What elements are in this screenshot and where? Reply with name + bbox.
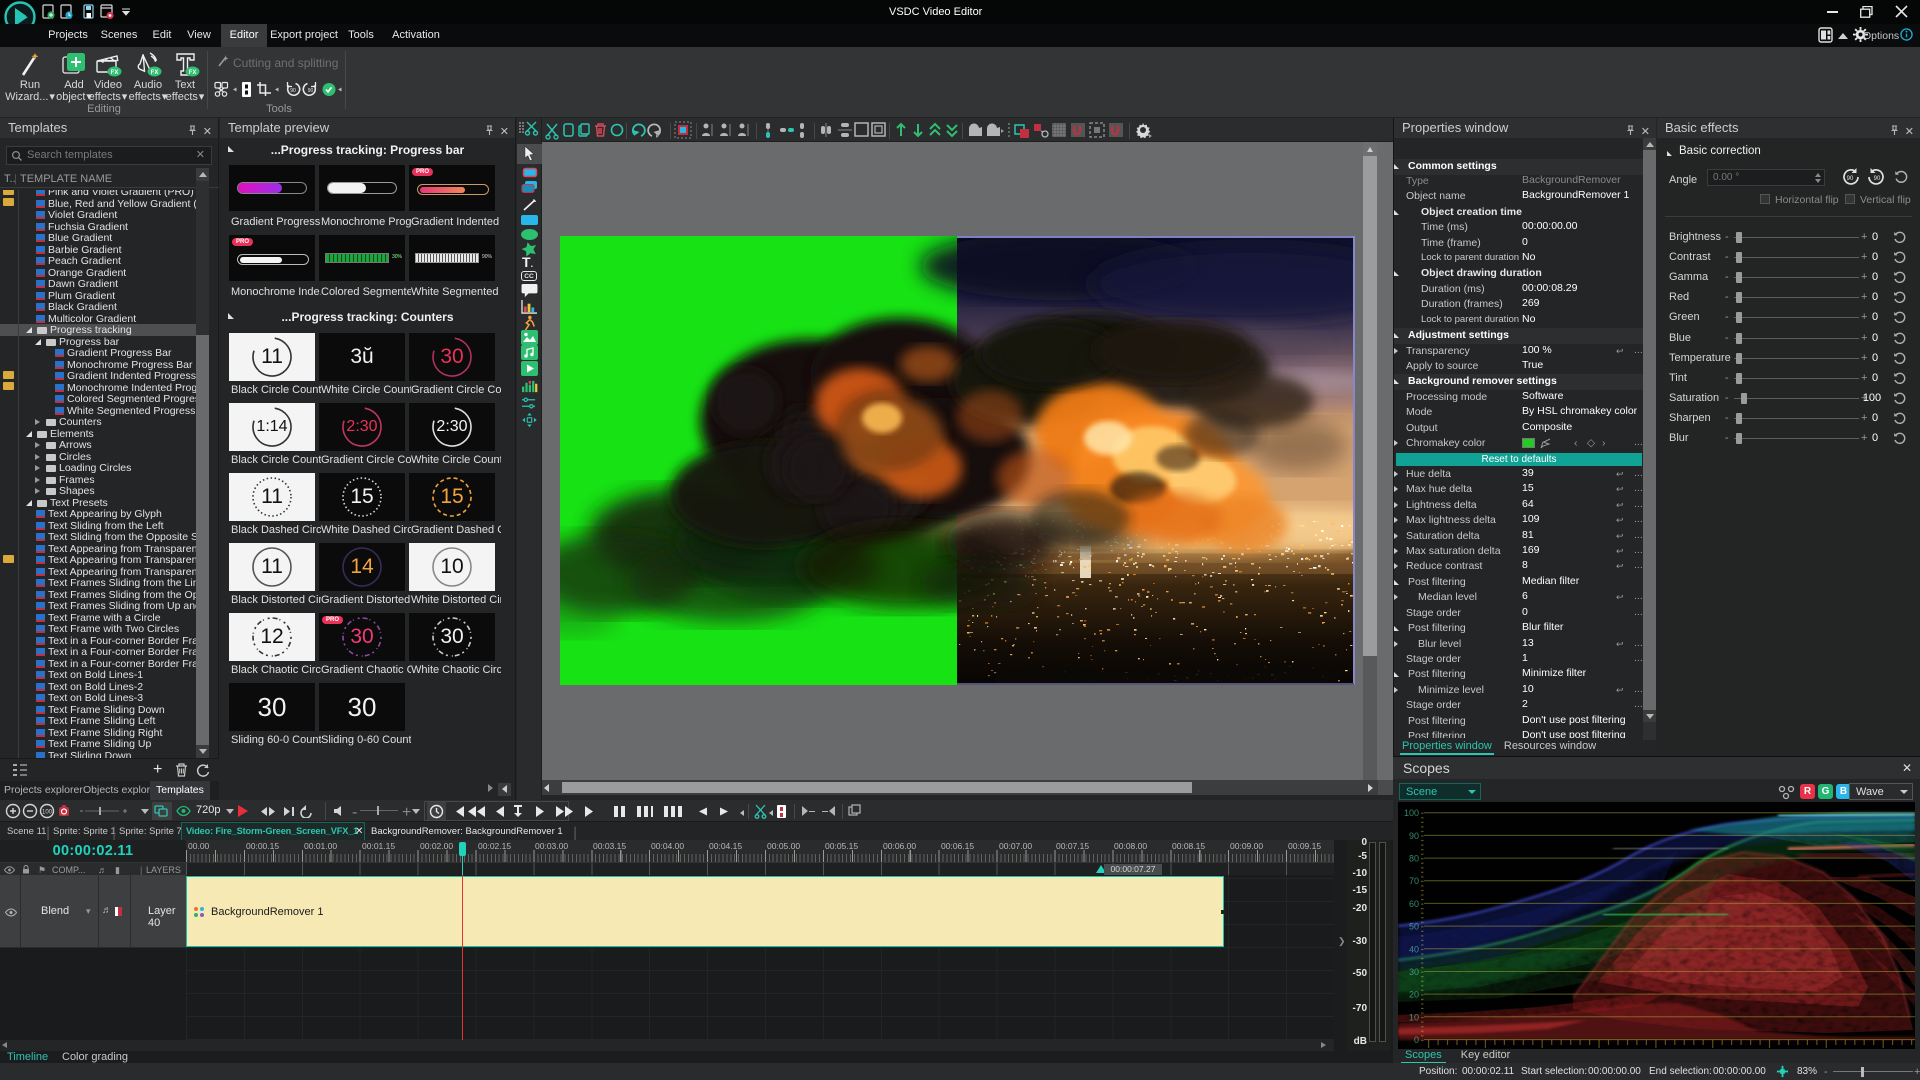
svg-text:FX: FX	[111, 70, 119, 76]
svg-text:90: 90	[1874, 176, 1881, 182]
svg-text:90: 90	[290, 88, 296, 94]
svg-text:FX: FX	[189, 70, 197, 76]
svg-text:90: 90	[308, 88, 314, 94]
svg-text:FX: FX	[151, 70, 159, 76]
svg-text:90: 90	[1847, 176, 1854, 182]
svg-text:100: 100	[42, 810, 53, 816]
